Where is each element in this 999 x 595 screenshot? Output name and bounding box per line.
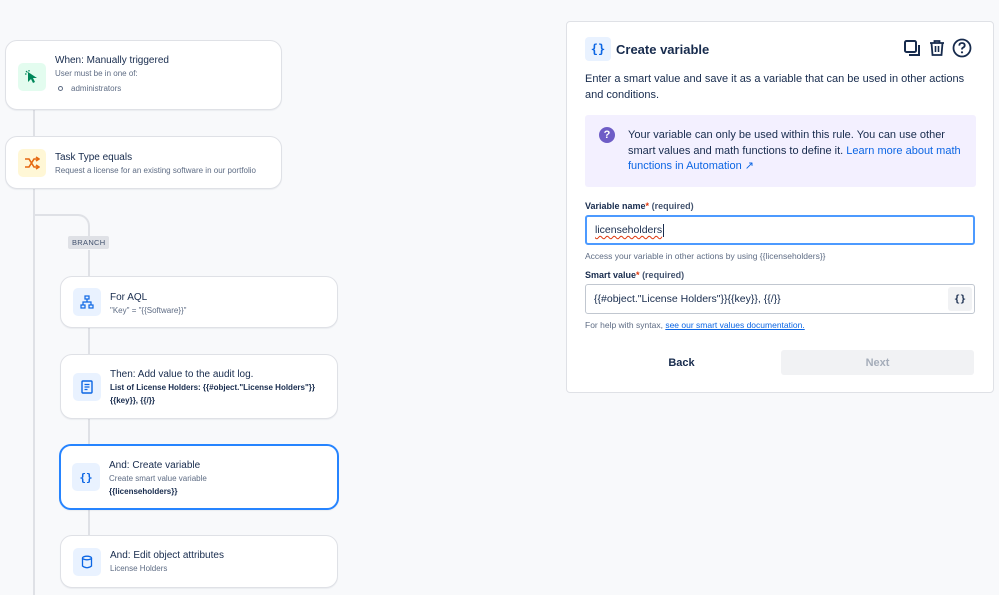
connector-line (33, 110, 35, 136)
panel-description: Enter a smart value and save it as a var… (585, 73, 965, 101)
connector-line (88, 250, 90, 276)
create-variable-panel: {} Create variable Enter a smart value a… (566, 21, 994, 393)
panel-title: Create variable (616, 42, 710, 57)
connector-line (88, 226, 90, 236)
info-text: Your variable can only be used within th… (628, 129, 961, 172)
trash-icon (930, 40, 944, 56)
trigger-card[interactable]: When: Manually triggered User must be in… (5, 40, 282, 110)
variable-name-input[interactable]: licenseholders (585, 215, 975, 245)
create-variable-value: {{licenseholders}} (109, 487, 178, 496)
help-button[interactable] (951, 37, 973, 59)
connector-line (88, 328, 90, 354)
condition-title: Task Type equals (55, 152, 133, 163)
branch-label: BRANCH (68, 236, 110, 249)
audit-log-line1: List of License Holders: {{#object."Lice… (110, 383, 315, 392)
edit-attributes-subtitle: License Holders (110, 564, 168, 573)
hierarchy-icon (73, 288, 101, 316)
braces-icon: {} (72, 463, 100, 491)
question-icon: ? (599, 127, 615, 143)
back-button[interactable]: Back (585, 350, 778, 375)
edit-attributes-title: And: Edit object attributes (110, 550, 224, 561)
database-icon (73, 547, 101, 576)
for-aql-card[interactable]: For AQL "Key" = "{{Software}}" (60, 276, 338, 328)
trigger-subtitle: User must be in one of: (55, 69, 138, 78)
delete-button[interactable] (926, 37, 948, 59)
trigger-title: When: Manually triggered (55, 55, 169, 66)
connector-line (33, 189, 35, 595)
text-caret (663, 223, 665, 237)
document-icon (73, 372, 101, 401)
copy-icon (904, 40, 920, 56)
connector-line (88, 419, 90, 444)
create-variable-subtitle: Create smart value variable (109, 474, 207, 483)
for-aql-subtitle: "Key" = "{{Software}}" (110, 306, 187, 315)
smart-value-help: For help with syntax, see our smart valu… (585, 320, 805, 330)
audit-log-title: Then: Add value to the audit log. (110, 369, 254, 380)
edit-attributes-card[interactable]: And: Edit object attributes License Hold… (60, 535, 338, 588)
variable-name-help: Access your variable in other actions by… (585, 251, 826, 261)
braces-icon: {} (585, 37, 611, 61)
copy-button[interactable] (901, 37, 923, 59)
condition-card[interactable]: Task Type equals Request a license for a… (5, 136, 282, 189)
create-variable-card[interactable]: {} And: Create variable Create smart val… (59, 444, 339, 510)
shuffle-icon (18, 148, 46, 177)
help-icon (952, 38, 972, 58)
info-panel: ? Your variable can only be used within … (585, 115, 976, 187)
connector-line (88, 510, 90, 535)
smart-value-picker-button[interactable]: {} (948, 287, 972, 311)
condition-subtitle: Request a license for an existing softwa… (55, 166, 256, 175)
next-button[interactable]: Next (781, 350, 974, 375)
branch-connector (35, 214, 77, 216)
smart-value-input[interactable]: {{#object."License Holders"}}{{key}}, {{… (585, 284, 975, 314)
variable-name-label: Variable name* (required) (585, 201, 694, 211)
audit-log-line2: {{key}}, {{/}} (110, 396, 155, 405)
smart-value-text: {{#object."License Holders"}}{{key}}, {{… (594, 293, 781, 305)
cursor-click-icon (18, 63, 46, 91)
smart-value-label: Smart value* (required) (585, 270, 685, 280)
for-aql-title: For AQL (110, 292, 148, 303)
trigger-bullet-icon (58, 86, 63, 91)
variable-name-value: licenseholders (595, 224, 663, 236)
trigger-bullet-text: administrators (71, 84, 122, 93)
smart-values-docs-link[interactable]: see our smart values documentation. (665, 320, 804, 330)
audit-log-card[interactable]: Then: Add value to the audit log. List o… (60, 354, 338, 419)
create-variable-title: And: Create variable (109, 460, 201, 471)
